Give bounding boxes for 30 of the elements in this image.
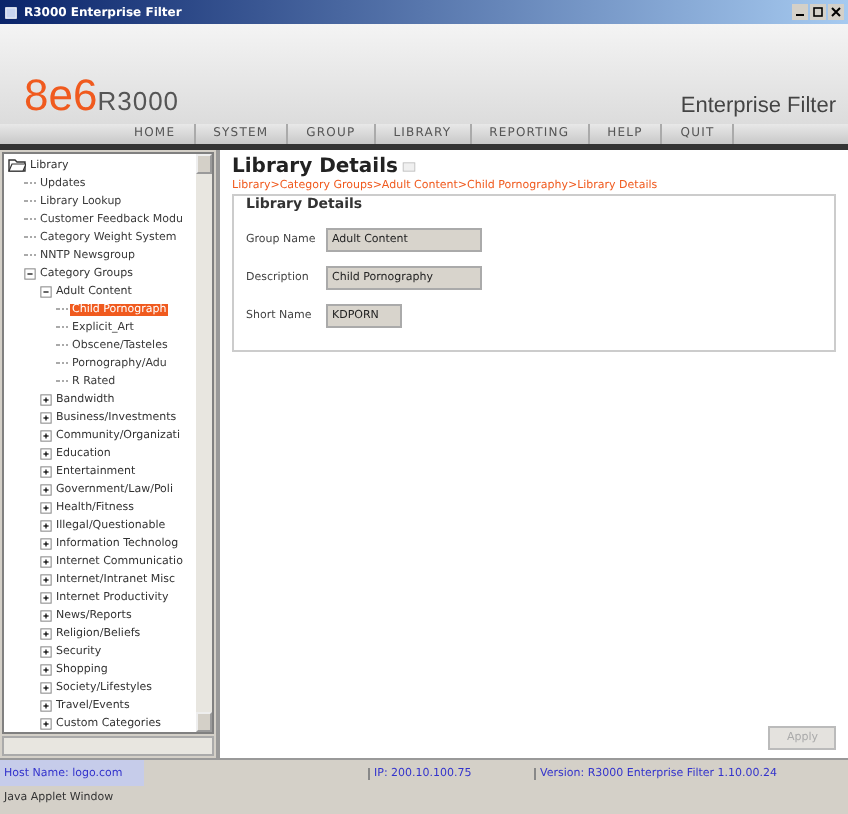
expander-icon[interactable] [40, 573, 52, 585]
product-name: Enterprise Filter [680, 94, 836, 118]
page-title: Library Details [232, 156, 398, 178]
expander-icon[interactable] [40, 411, 52, 423]
horizontal-scrollbar[interactable] [2, 736, 214, 756]
expander-icon[interactable] [40, 645, 52, 657]
expander-icon[interactable] [40, 609, 52, 621]
expander-icon[interactable] [40, 393, 52, 405]
minimize-icon[interactable] [792, 4, 808, 20]
maximize-icon[interactable] [810, 4, 826, 20]
expander-icon[interactable] [40, 465, 52, 477]
expander-icon[interactable] [40, 501, 52, 513]
expander-icon[interactable] [40, 627, 52, 639]
expander-icon[interactable] [40, 681, 52, 693]
page-icon [402, 162, 416, 172]
close-icon[interactable] [828, 4, 844, 20]
expander-icon[interactable] [40, 519, 52, 531]
expander-icon[interactable] [40, 447, 52, 459]
app-icon [4, 5, 18, 19]
logo: 8e6R3000 [24, 74, 180, 118]
expander-icon[interactable] [40, 591, 52, 603]
expander-icon[interactable] [40, 699, 52, 711]
expander-icon[interactable] [40, 429, 52, 441]
scrollbar[interactable] [196, 154, 212, 732]
expander-icon[interactable] [40, 483, 52, 495]
expander-icon[interactable] [40, 537, 52, 549]
folder-icon[interactable] [8, 158, 26, 172]
expander-icon[interactable] [40, 663, 52, 675]
expander-icon[interactable] [40, 555, 52, 567]
expander-icon[interactable] [40, 717, 52, 729]
